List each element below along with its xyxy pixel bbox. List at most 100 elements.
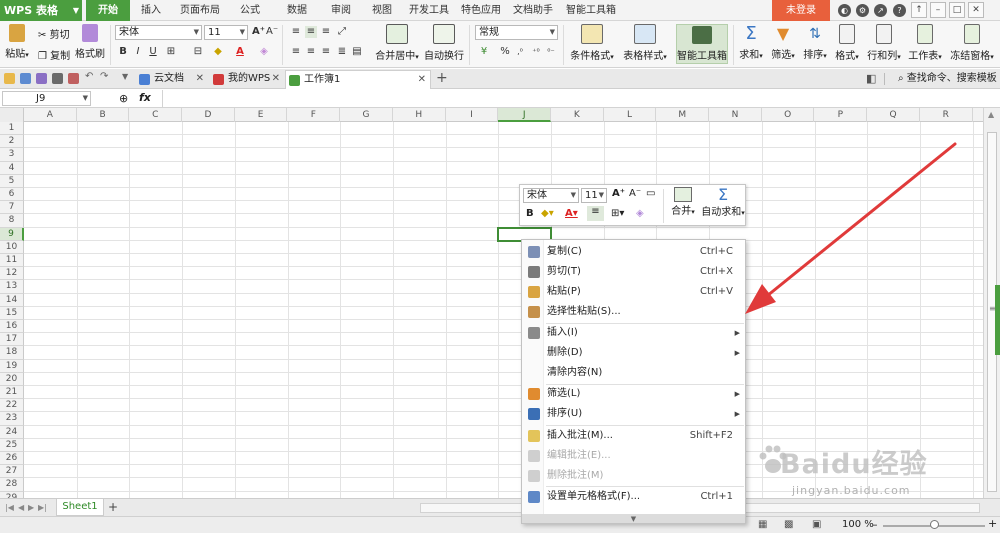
name-box[interactable]: J9 ▼ xyxy=(2,91,91,106)
distributed-icon[interactable]: ▤ xyxy=(351,46,363,58)
row-header-19[interactable]: 19 xyxy=(0,359,24,373)
menu-item-8[interactable]: 排序(U) ▶ xyxy=(522,404,745,424)
tab-workbook1[interactable]: 工作簿1 ✕ xyxy=(285,70,431,89)
more-items-bar[interactable]: ▼ xyxy=(522,514,745,523)
tab-3[interactable]: 公式 xyxy=(228,0,272,21)
menu-item-7[interactable]: 筛选(L) ▶ xyxy=(522,384,745,404)
row-header-15[interactable]: 15 xyxy=(0,306,24,320)
format-cells-small-icon[interactable]: ▭ xyxy=(646,188,655,199)
align-center-icon[interactable]: ≡ xyxy=(587,206,604,221)
column-header-i[interactable]: I xyxy=(446,108,499,122)
increase-decimal-icon[interactable]: ⁺⁰ xyxy=(530,46,542,58)
next-sheet-icon[interactable]: ▶ xyxy=(28,503,34,512)
column-header-d[interactable]: D xyxy=(182,108,235,122)
tab-4[interactable]: 数据 xyxy=(274,0,320,21)
save-icon[interactable] xyxy=(20,73,31,84)
decrease-font-icon[interactable]: A⁻ xyxy=(266,26,278,38)
font-name-combo[interactable]: 宋体 ▼ xyxy=(115,25,202,40)
smart-toolbox-button[interactable]: 智能工具箱 xyxy=(676,24,728,64)
menu-item-5[interactable]: 删除(D) ▶ xyxy=(522,343,745,363)
brush-icon[interactable]: ◈ xyxy=(636,208,644,219)
clear-format-icon[interactable]: ◈ xyxy=(258,46,270,58)
menu-item-0[interactable]: 复制(C) Ctrl+C xyxy=(522,242,745,262)
login-button[interactable]: 未登录 xyxy=(772,0,830,21)
orientation-icon[interactable]: ⤢ xyxy=(336,26,348,38)
scroll-up-icon[interactable]: ▲ xyxy=(988,110,994,119)
row-col-button[interactable]: 行和列▾ xyxy=(865,24,903,62)
menu-item-12[interactable]: 设置单元格格式(F)... Ctrl+1 xyxy=(522,487,745,507)
borders-icon[interactable]: ⊞▾ xyxy=(611,208,624,219)
tab-8[interactable]: 特色应用 xyxy=(456,0,506,21)
row-header-5[interactable]: 5 xyxy=(0,174,24,188)
tab-0[interactable]: 开始 xyxy=(86,0,130,21)
row-header-17[interactable]: 17 xyxy=(0,333,24,347)
bold-icon[interactable]: B xyxy=(117,46,129,58)
format-painter-button[interactable]: 格式刷 xyxy=(75,24,105,60)
increase-font-icon[interactable]: A⁺ xyxy=(252,26,265,38)
row-header-25[interactable]: 25 xyxy=(0,438,24,452)
decrease-font-icon[interactable]: A⁻ xyxy=(629,188,641,199)
column-header-l[interactable]: L xyxy=(604,108,657,122)
row-header-10[interactable]: 10 xyxy=(0,240,24,254)
zoom-out-icon[interactable]: – xyxy=(872,518,878,531)
menu-item-2[interactable]: 粘贴(P) Ctrl+V xyxy=(522,282,745,302)
zoom-in-icon[interactable]: + xyxy=(988,517,997,530)
row-header-28[interactable]: 28 xyxy=(0,478,24,492)
last-sheet-icon[interactable]: ▶| xyxy=(38,503,47,512)
column-header-e[interactable]: E xyxy=(235,108,288,122)
fill-color-icon[interactable]: ◆ xyxy=(212,46,224,58)
column-header-b[interactable]: B xyxy=(77,108,130,122)
sum-button[interactable]: Σ 求和▾ xyxy=(737,24,765,62)
fill-color-icon[interactable]: ◆▾ xyxy=(541,208,554,219)
page-layout-icon[interactable]: ▩ xyxy=(784,519,793,530)
open-icon[interactable] xyxy=(4,73,15,84)
column-header-m[interactable]: M xyxy=(656,108,710,122)
row-header-21[interactable]: 21 xyxy=(0,386,24,400)
column-header-a[interactable]: A xyxy=(24,108,77,122)
column-header-p[interactable]: P xyxy=(815,108,868,122)
paste-button[interactable]: 粘贴▾ xyxy=(4,24,30,60)
italic-icon[interactable]: I xyxy=(132,46,144,58)
row-header-9[interactable]: 9 xyxy=(0,227,24,241)
close-icon[interactable]: ✕ xyxy=(418,71,426,89)
row-header-16[interactable]: 16 xyxy=(0,320,24,334)
align-middle-icon[interactable]: ≡ xyxy=(305,26,317,38)
print-icon[interactable] xyxy=(52,73,63,84)
thousands-icon[interactable]: ,⁰ xyxy=(514,46,526,58)
mini-merge-button[interactable]: 合并▾ xyxy=(668,187,698,217)
merge-center-button[interactable]: 合并居中▾ xyxy=(373,24,421,62)
prev-sheet-icon[interactable]: ◀ xyxy=(18,503,24,512)
tab-9[interactable]: 文档助手 xyxy=(508,0,558,21)
skin-icon[interactable]: ◐ xyxy=(838,4,851,17)
column-header-r[interactable]: R xyxy=(920,108,973,122)
increase-font-icon[interactable]: A⁺ xyxy=(612,188,625,199)
row-header-27[interactable]: 27 xyxy=(0,465,24,479)
column-header-c[interactable]: C xyxy=(129,108,183,122)
page-break-icon[interactable]: ▣ xyxy=(812,519,821,530)
menu-item-9[interactable]: 插入批注(M)... Shift+F2 xyxy=(522,426,745,446)
row-header-23[interactable]: 23 xyxy=(0,412,24,426)
help-icon[interactable]: ? xyxy=(893,4,906,17)
row-header-11[interactable]: 11 xyxy=(0,254,24,268)
column-header-q[interactable]: Q xyxy=(867,108,920,122)
select-all-corner[interactable] xyxy=(0,108,24,122)
undo-icon[interactable]: ↶ xyxy=(85,71,96,82)
column-header-k[interactable]: K xyxy=(551,108,604,122)
freeze-panes-button[interactable]: 冻结窗格▾ xyxy=(947,24,997,62)
align-bottom-icon[interactable]: ≡ xyxy=(320,26,332,38)
app-menu-button[interactable]: WPS 表格 ▼ xyxy=(0,0,82,21)
column-header-j[interactable]: J xyxy=(498,108,551,122)
align-right-icon[interactable]: ≡ xyxy=(320,46,332,58)
number-format-combo[interactable]: 常规 ▼ xyxy=(475,25,558,40)
sort-button[interactable]: ⇅ 排序▾ xyxy=(801,24,829,61)
column-header-n[interactable]: N xyxy=(709,108,762,122)
row-header-24[interactable]: 24 xyxy=(0,425,24,439)
zoom-slider-knob[interactable] xyxy=(930,520,939,529)
close-button[interactable]: ✕ xyxy=(968,2,984,18)
print-preview-icon[interactable] xyxy=(36,73,47,84)
font-size-combo[interactable]: 11 ▼ xyxy=(204,25,248,40)
tab-my-wps[interactable]: 我的WPS ✕ xyxy=(210,70,284,89)
tab-6[interactable]: 视图 xyxy=(362,0,402,21)
row-header-18[interactable]: 18 xyxy=(0,346,24,360)
formula-input[interactable] xyxy=(162,90,1000,107)
